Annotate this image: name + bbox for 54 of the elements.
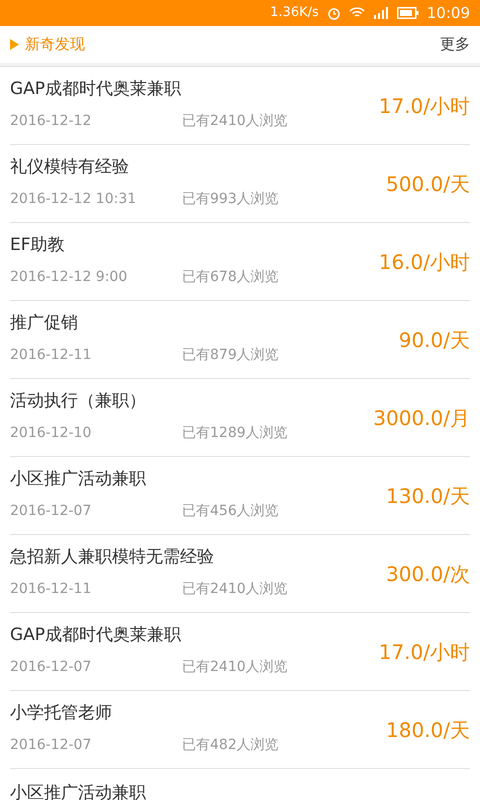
post-date: 2016-12-10 — [10, 424, 92, 443]
post-date: 2016-12-12 10:31 — [10, 190, 138, 209]
pay-rate: 3000.0/月 — [373, 404, 470, 432]
job-row[interactable]: 推广促销 2016-12-11 已有879人浏览 90.0/天 — [10, 301, 470, 379]
pay-rate: 300.0/次 — [386, 560, 470, 588]
pay-rate: 130.0/天 — [386, 482, 470, 510]
pay-rate: 16.0/小时 — [378, 248, 470, 276]
view-count: 已有678人浏览 — [182, 268, 279, 287]
job-row[interactable]: EF助教 2016-12-12 9:00 已有678人浏览 16.0/小时 — [10, 223, 470, 301]
job-title: 礼仪模特有经验 — [10, 157, 130, 177]
job-title: 活动执行（兼职） — [10, 391, 147, 411]
view-count: 已有1289人浏览 — [182, 424, 288, 443]
job-title: 小学托管老师 — [10, 703, 113, 723]
pay-rate: 500.0/天 — [386, 170, 470, 198]
alarm-icon — [326, 6, 341, 20]
post-date: 2016-12-07 — [10, 502, 92, 521]
view-count: 已有2410人浏览 — [182, 658, 288, 677]
triangle-icon — [10, 39, 19, 50]
job-row[interactable]: 小区推广活动兼职 2016-12-07 已有456人浏览 130.0/天 — [10, 457, 470, 535]
job-title: GAP成都时代奥莱兼职 — [10, 625, 182, 645]
job-row[interactable]: 急招新人兼职模特无需经验 2016-12-11 已有2410人浏览 300.0/次 — [10, 535, 470, 613]
job-title: 急招新人兼职模特无需经验 — [10, 547, 215, 567]
post-date: 2016-12-07 — [10, 658, 92, 677]
battery-icon — [396, 7, 419, 19]
network-speed: 1.36K/s — [270, 4, 319, 22]
wifi-icon — [348, 7, 365, 19]
job-row[interactable]: 礼仪模特有经验 2016-12-12 10:31 已有993人浏览 500.0/天 — [10, 145, 470, 223]
pay-rate: 17.0/小时 — [378, 92, 470, 120]
job-title: 小区推广活动兼职 — [10, 469, 147, 489]
job-title: 推广促销 — [10, 313, 79, 333]
view-count: 已有456人浏览 — [182, 502, 279, 521]
job-row[interactable]: GAP成都时代奥莱兼职 2016-12-07 已有2410人浏览 17.0/小时 — [10, 613, 470, 691]
view-count: 已有2410人浏览 — [182, 580, 288, 599]
post-date: 2016-12-07 — [10, 736, 92, 755]
post-date: 2016-12-11 — [10, 346, 92, 365]
view-count: 已有2410人浏览 — [182, 112, 288, 131]
job-title: GAP成都时代奥莱兼职 — [10, 79, 182, 99]
view-count: 已有879人浏览 — [182, 346, 279, 365]
job-row[interactable]: GAP成都时代奥莱兼职 2016-12-12 已有2410人浏览 17.0/小时 — [10, 67, 470, 145]
pay-rate: 17.0/小时 — [378, 638, 470, 666]
signal-icon — [372, 7, 389, 19]
view-count: 已有993人浏览 — [182, 190, 279, 209]
job-title: EF助教 — [10, 235, 66, 255]
job-row[interactable]: 小学托管老师 2016-12-07 已有482人浏览 180.0/天 — [10, 691, 470, 769]
more-link[interactable]: 更多 — [440, 33, 470, 56]
post-date: 2016-12-12 9:00 — [10, 268, 128, 287]
job-row[interactable]: 活动执行（兼职） 2016-12-10 已有1289人浏览 3000.0/月 — [10, 379, 470, 457]
pay-rate: 180.0/天 — [386, 716, 470, 744]
clock: 10:09 — [426, 2, 470, 24]
post-date: 2016-12-12 — [10, 112, 92, 131]
view-count: 已有482人浏览 — [182, 736, 279, 755]
section-title: 新奇发现 — [25, 34, 85, 56]
post-date: 2016-12-11 — [10, 580, 92, 599]
pay-rate: 90.0/天 — [398, 326, 470, 354]
